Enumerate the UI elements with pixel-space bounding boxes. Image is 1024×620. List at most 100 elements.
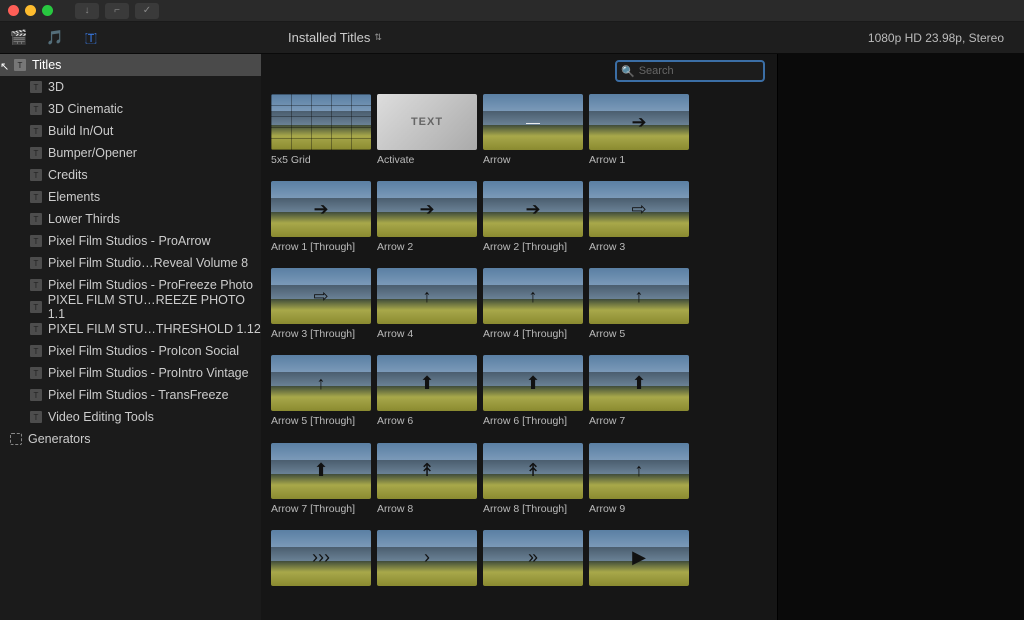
sidebar-item[interactable]: TVideo Editing Tools <box>0 406 261 428</box>
sidebar-item-label: Video Editing Tools <box>48 410 154 424</box>
title-item-label: Arrow 3 <box>589 241 689 254</box>
title-item[interactable]: ➔Arrow 2 <box>377 181 477 254</box>
sidebar-item-label: Titles <box>32 58 61 72</box>
title-thumbnail: ↑ <box>377 268 477 324</box>
title-category-icon: T <box>30 213 42 225</box>
arrow-glyph-icon: ⬆ <box>271 443 371 499</box>
browser-content: 🔍 5x5 GridTEXTActivate—Arrow➔Arrow 1➔Arr… <box>261 54 778 620</box>
sidebar-item-generators[interactable]: Generators <box>0 428 261 450</box>
title-item[interactable]: ⬆ Arrow 6 <box>377 355 477 428</box>
sidebar-item[interactable]: TPixel Film Studios - TransFreeze <box>0 384 261 406</box>
title-item[interactable]: ↑ Arrow 9 <box>589 443 689 516</box>
sidebar-item-label: Generators <box>28 432 91 446</box>
sidebar-item-label: Lower Thirds <box>48 212 120 226</box>
title-item-label <box>589 590 689 603</box>
sidebar-item[interactable]: TBuild In/Out <box>0 120 261 142</box>
arrow-glyph-icon: ↑ <box>377 268 477 324</box>
title-item[interactable]: ▶ <box>589 530 689 603</box>
title-item[interactable]: 5x5 Grid <box>271 94 371 167</box>
title-item[interactable]: ↑Arrow 5 [Through] <box>271 355 371 428</box>
sidebar-item[interactable]: TPixel Film Studios - ProArrow <box>0 230 261 252</box>
title-item[interactable]: ⇨Arrow 3 [Through] <box>271 268 371 341</box>
minimize-window-dot[interactable] <box>25 5 36 16</box>
arrow-glyph-icon: ↑ <box>589 443 689 499</box>
sidebar-item[interactable]: TElements <box>0 186 261 208</box>
title-item[interactable]: TEXTActivate <box>377 94 477 167</box>
music-icon[interactable]: 🎵 <box>46 29 64 47</box>
sidebar-item[interactable]: TPixel Film Studios - ProIntro Vintage <box>0 362 261 384</box>
title-item-label: Arrow 7 [Through] <box>271 503 371 516</box>
title-item[interactable]: —Arrow <box>483 94 583 167</box>
sidebar-item[interactable]: T3D Cinematic <box>0 98 261 120</box>
title-item[interactable]: ↟ Arrow 8 <box>377 443 477 516</box>
title-item-label: Arrow 8 <box>377 503 477 516</box>
title-item[interactable]: ⇨ Arrow 3 <box>589 181 689 254</box>
title-item[interactable]: ››› <box>271 530 371 603</box>
title-item[interactable]: ↑ Arrow 5 <box>589 268 689 341</box>
title-item-label <box>377 590 477 603</box>
sidebar-item[interactable]: TPIXEL FILM STU…REEZE PHOTO 1.1 <box>0 296 261 318</box>
title-thumbnail: ↑ <box>589 443 689 499</box>
title-item-label: Arrow 9 <box>589 503 689 516</box>
title-item[interactable]: ↑Arrow 4 [Through] <box>483 268 583 341</box>
sidebar-item[interactable]: TCredits <box>0 164 261 186</box>
title-item[interactable]: ➔Arrow 1 [Through] <box>271 181 371 254</box>
titles-icon[interactable]: 🇹 <box>82 29 100 47</box>
search-input[interactable] <box>639 65 781 77</box>
title-item[interactable]: › <box>377 530 477 603</box>
arrow-glyph-icon: ↟ <box>377 443 477 499</box>
title-thumbnail: » <box>483 530 583 586</box>
title-item-label: Arrow 6 <box>377 415 477 428</box>
sidebar-item[interactable]: TBumper/Opener <box>0 142 261 164</box>
titles-category-icon: T <box>14 59 26 71</box>
close-window-dot[interactable] <box>8 5 19 16</box>
title-item[interactable]: ⬆ Arrow 7 [Through] <box>271 443 371 516</box>
title-thumbnail: ➔ <box>377 181 477 237</box>
title-item-label: Arrow 7 <box>589 415 689 428</box>
inspector-panel <box>778 54 1024 620</box>
sidebar-item-label: Pixel Film Studio…Reveal Volume 8 <box>48 256 248 270</box>
title-thumbnail: ⬆ <box>377 355 477 411</box>
title-item-label: Arrow 4 [Through] <box>483 328 583 341</box>
search-field[interactable]: 🔍 <box>615 60 765 82</box>
titles-grid: 5x5 GridTEXTActivate—Arrow➔Arrow 1➔Arrow… <box>261 88 777 620</box>
sidebar-item[interactable]: TPIXEL FILM STU…THRESHOLD 1.12 <box>0 318 261 340</box>
title-item-label: Arrow 8 [Through] <box>483 503 583 516</box>
zoom-window-dot[interactable] <box>42 5 53 16</box>
title-item[interactable]: » <box>483 530 583 603</box>
title-item[interactable]: ➔Arrow 1 <box>589 94 689 167</box>
title-item[interactable]: ↟Arrow 8 [Through] <box>483 443 583 516</box>
title-item-label: Arrow 6 [Through] <box>483 415 583 428</box>
title-item[interactable]: ⬆Arrow 7 <box>589 355 689 428</box>
arrow-glyph-icon: › <box>377 530 477 586</box>
sidebar-item-label: Pixel Film Studios - ProArrow <box>48 234 211 248</box>
browser-heading[interactable]: Installed Titles ⇅ <box>288 30 382 45</box>
sidebar-item-label: PIXEL FILM STU…REEZE PHOTO 1.1 <box>48 293 261 321</box>
project-format-label: 1080p HD 23.98p, Stereo <box>868 31 1014 45</box>
clapper-icon[interactable]: 🎬 <box>10 29 28 47</box>
sidebar-item-label: Credits <box>48 168 88 182</box>
toolbar-key-icon[interactable]: ⌐ <box>105 3 129 19</box>
toolbar-check-icon[interactable]: ✓ <box>135 3 159 19</box>
sidebar-item-label: PIXEL FILM STU…THRESHOLD 1.12 <box>48 322 261 336</box>
title-category-icon: T <box>30 257 42 269</box>
sidebar-item[interactable]: TPixel Film Studios - ProIcon Social <box>0 340 261 362</box>
arrow-glyph-icon: — <box>483 94 583 150</box>
sidebar-item-titles[interactable]: T Titles <box>0 54 261 76</box>
title-thumbnail: ↟ <box>377 443 477 499</box>
toolbar-download-icon[interactable]: ↓ <box>75 3 99 19</box>
arrow-glyph-icon: ⇨ <box>589 181 689 237</box>
sidebar-item[interactable]: T Pixel Film Studio…Reveal Volume 8 <box>0 252 261 274</box>
title-item[interactable]: ⬆Arrow 6 [Through] <box>483 355 583 428</box>
arrow-glyph-icon: ➔ <box>377 181 477 237</box>
sidebar-item[interactable]: T Lower Thirds <box>0 208 261 230</box>
title-item-label: Arrow 5 [Through] <box>271 415 371 428</box>
title-thumbnail: ➔ <box>589 94 689 150</box>
arrow-glyph-icon: ↑ <box>589 268 689 324</box>
title-item-label: Arrow 5 <box>589 328 689 341</box>
title-item[interactable]: ↑Arrow 4 <box>377 268 477 341</box>
browser-heading-label: Installed Titles <box>288 30 370 45</box>
arrow-glyph-icon: ››› <box>271 530 371 586</box>
title-item[interactable]: ➔Arrow 2 [Through] <box>483 181 583 254</box>
sidebar-item[interactable]: T3D <box>0 76 261 98</box>
